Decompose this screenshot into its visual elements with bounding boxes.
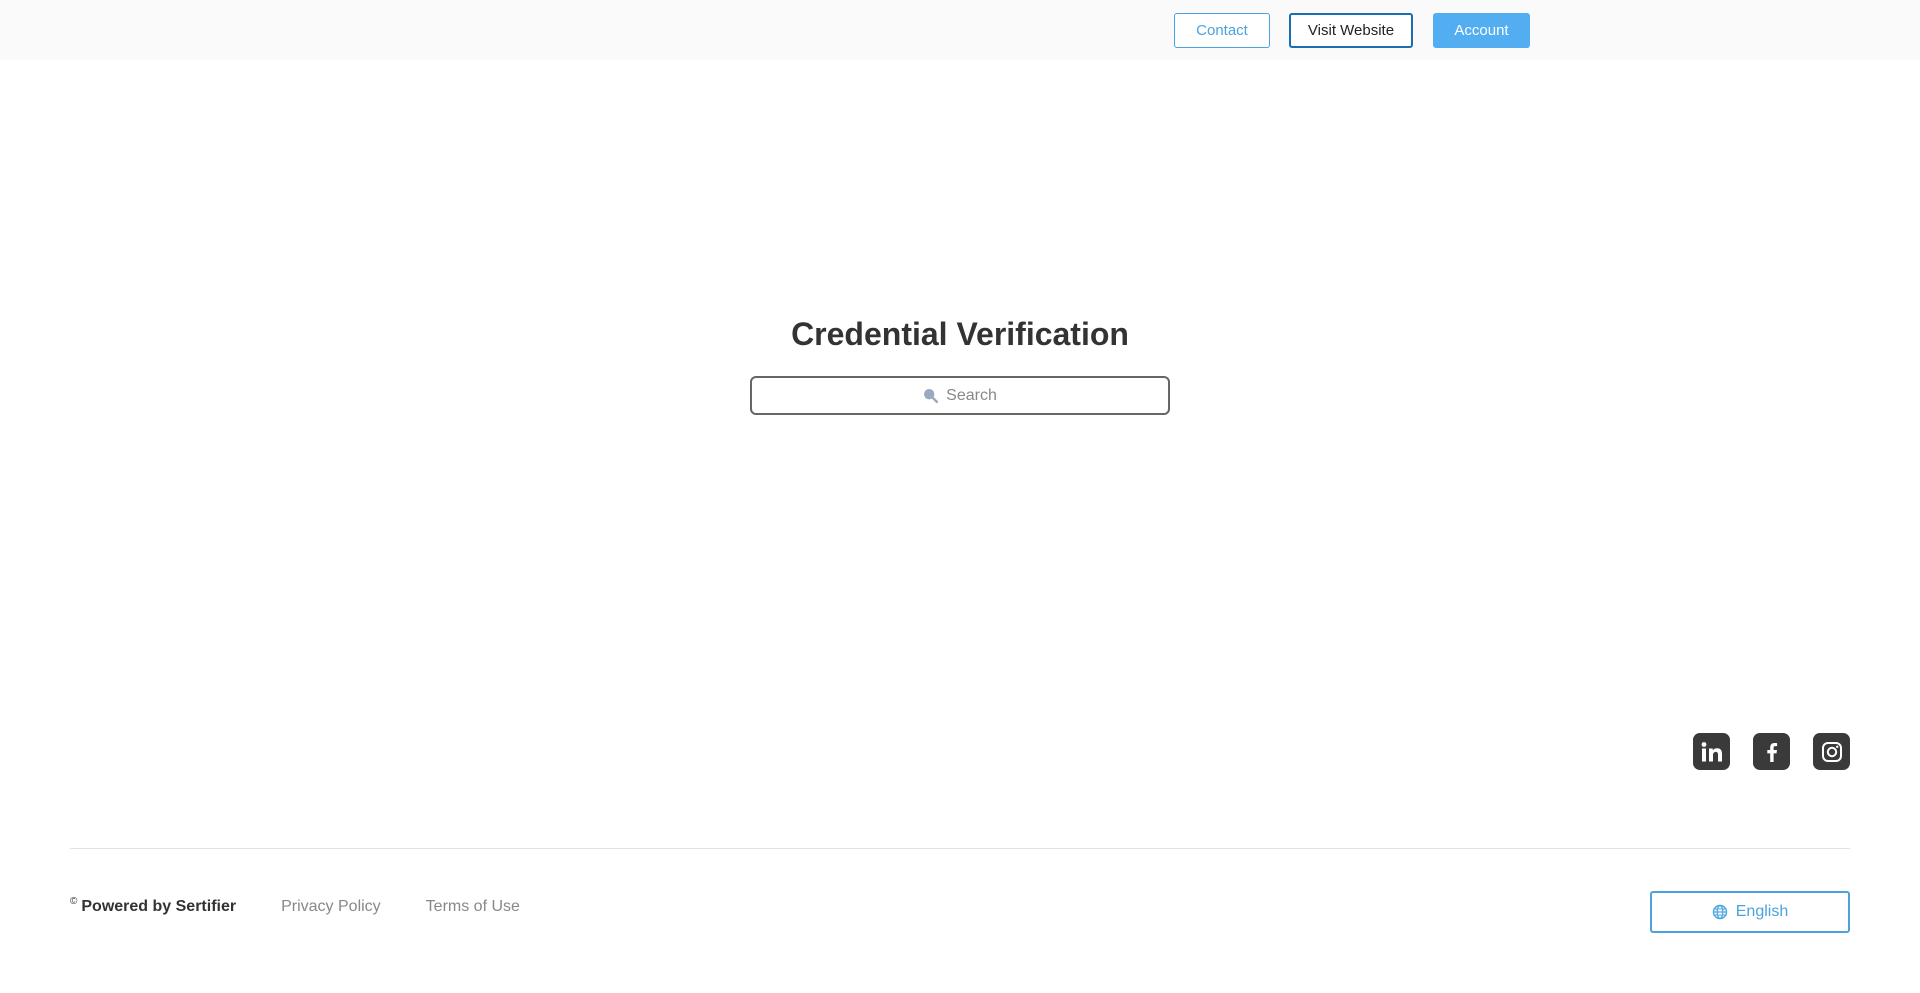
contact-button[interactable]: Contact	[1174, 13, 1270, 48]
language-selector[interactable]: English	[1650, 891, 1850, 933]
globe-icon	[1712, 904, 1728, 920]
page-title: Credential Verification	[791, 316, 1129, 352]
footer-divider	[70, 848, 1850, 849]
visit-website-button[interactable]: Visit Website	[1289, 13, 1413, 48]
facebook-icon[interactable]	[1753, 733, 1790, 770]
copyright-symbol: ©	[70, 895, 78, 907]
footer-left: © Powered by Sertifier Privacy Policy Te…	[70, 895, 520, 916]
linkedin-icon[interactable]	[1693, 733, 1730, 770]
search-placeholder: Search	[946, 386, 997, 404]
social-links	[1693, 733, 1850, 770]
terms-of-use-link[interactable]: Terms of Use	[426, 898, 520, 916]
language-label: English	[1735, 903, 1789, 920]
instagram-icon[interactable]	[1813, 733, 1850, 770]
search-icon	[923, 388, 939, 404]
powered-by-text[interactable]: Powered by Sertifier	[81, 898, 236, 916]
top-navigation-bar: Contact Visit Website Account	[0, 0, 1920, 60]
privacy-policy-link[interactable]: Privacy Policy	[281, 898, 381, 916]
account-button[interactable]: Account	[1433, 13, 1530, 48]
search-input[interactable]: Search	[750, 376, 1170, 415]
